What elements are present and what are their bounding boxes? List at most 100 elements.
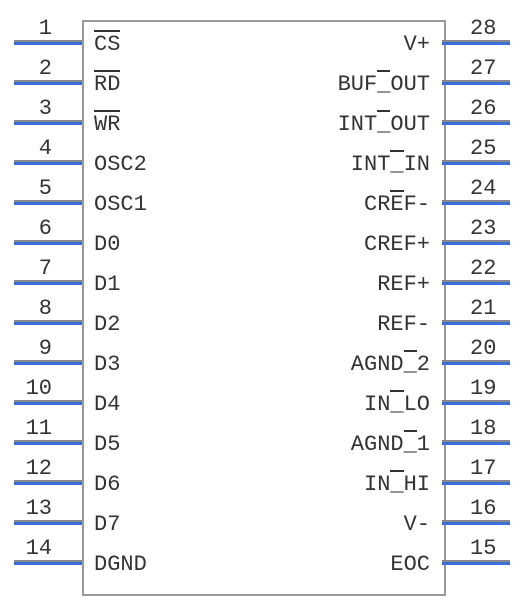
pin-number-19: 19 <box>470 376 510 401</box>
pin-label-11: D5 <box>94 432 120 457</box>
pin-lead <box>442 522 510 525</box>
pin-lead <box>14 322 82 325</box>
pin-lead <box>14 202 82 205</box>
pin-lead <box>14 282 82 285</box>
pin-number-6: 6 <box>12 216 52 241</box>
pin-number-underline <box>442 360 510 362</box>
pin-lead <box>442 242 510 245</box>
pin-number-28: 28 <box>470 16 510 41</box>
overline <box>390 390 403 392</box>
overline <box>377 110 390 112</box>
pin-number-underline <box>442 200 510 202</box>
pin-lead <box>442 482 510 485</box>
pin-number-underline <box>442 440 510 442</box>
pin-lead <box>14 562 82 565</box>
pin-lead <box>14 402 82 405</box>
pin-number-23: 23 <box>470 216 510 241</box>
pin-lead <box>442 282 510 285</box>
overline <box>94 70 120 72</box>
pin-number-underline <box>442 120 510 122</box>
pin-number-underline <box>14 40 82 42</box>
pin-label-5: OSC1 <box>94 192 147 217</box>
pin-label-2: RD <box>94 72 120 97</box>
pin-lead <box>14 242 82 245</box>
pin-number-underline <box>442 520 510 522</box>
overline <box>390 190 403 192</box>
pin-number-underline <box>442 160 510 162</box>
pin-number-underline <box>14 400 82 402</box>
pin-number-11: 11 <box>12 416 52 441</box>
pin-lead <box>442 82 510 85</box>
pin-label-25: INT_IN <box>351 152 430 177</box>
pin-lead <box>442 362 510 365</box>
pin-lead <box>14 522 82 525</box>
pin-number-underline <box>442 320 510 322</box>
overline <box>390 150 403 152</box>
pin-number-24: 24 <box>470 176 510 201</box>
overline <box>377 70 390 72</box>
pin-number-underline <box>14 240 82 242</box>
pin-number-underline <box>14 480 82 482</box>
overline <box>404 430 417 432</box>
pin-lead <box>442 42 510 45</box>
pin-number-20: 20 <box>470 336 510 361</box>
pin-label-15: EOC <box>390 552 430 577</box>
pin-lead <box>14 122 82 125</box>
pin-number-22: 22 <box>470 256 510 281</box>
overline <box>390 470 403 472</box>
ic-pinout-diagram: 1CS2RD3WR4OSC25OSC16D07D18D29D310D411D51… <box>0 0 528 612</box>
pin-number-underline <box>442 40 510 42</box>
pin-label-7: D1 <box>94 272 120 297</box>
pin-number-underline <box>14 80 82 82</box>
pin-number-underline <box>442 240 510 242</box>
pin-label-3: WR <box>94 112 120 137</box>
overline <box>94 30 120 32</box>
pin-label-12: D6 <box>94 472 120 497</box>
pin-number-underline <box>14 440 82 442</box>
pin-number-7: 7 <box>12 256 52 281</box>
pin-number-9: 9 <box>12 336 52 361</box>
pin-number-15: 15 <box>470 536 510 561</box>
pin-label-1: CS <box>94 32 120 57</box>
pin-label-9: D3 <box>94 352 120 377</box>
pin-number-14: 14 <box>12 536 52 561</box>
pin-label-17: IN_HI <box>364 472 430 497</box>
pin-number-underline <box>14 320 82 322</box>
pin-label-18: AGND_1 <box>351 432 430 457</box>
pin-lead <box>442 442 510 445</box>
pin-label-26: INT_OUT <box>338 112 430 137</box>
pin-number-underline <box>442 80 510 82</box>
pin-label-6: D0 <box>94 232 120 257</box>
pin-number-underline <box>14 160 82 162</box>
pin-lead <box>14 442 82 445</box>
pin-number-17: 17 <box>470 456 510 481</box>
pin-label-14: DGND <box>94 552 147 577</box>
pin-number-18: 18 <box>470 416 510 441</box>
pin-number-underline <box>442 560 510 562</box>
pin-number-underline <box>14 120 82 122</box>
pin-label-21: REF- <box>377 312 430 337</box>
pin-label-13: D7 <box>94 512 120 537</box>
pin-number-10: 10 <box>12 376 52 401</box>
pin-number-underline <box>442 280 510 282</box>
pin-label-20: AGND_2 <box>351 352 430 377</box>
pin-lead <box>14 362 82 365</box>
pin-number-underline <box>442 480 510 482</box>
pin-number-underline <box>14 560 82 562</box>
pin-number-underline <box>14 520 82 522</box>
pin-label-27: BUF_OUT <box>338 72 430 97</box>
pin-lead <box>442 402 510 405</box>
pin-label-23: CREF+ <box>364 232 430 257</box>
overline <box>404 350 417 352</box>
pin-number-25: 25 <box>470 136 510 161</box>
pin-number-21: 21 <box>470 296 510 321</box>
pin-number-1: 1 <box>12 16 52 41</box>
pin-lead <box>442 122 510 125</box>
pin-number-underline <box>14 280 82 282</box>
overline <box>94 110 120 112</box>
pin-number-5: 5 <box>12 176 52 201</box>
pin-label-10: D4 <box>94 392 120 417</box>
pin-lead <box>14 42 82 45</box>
pin-lead <box>14 82 82 85</box>
pin-lead <box>442 202 510 205</box>
